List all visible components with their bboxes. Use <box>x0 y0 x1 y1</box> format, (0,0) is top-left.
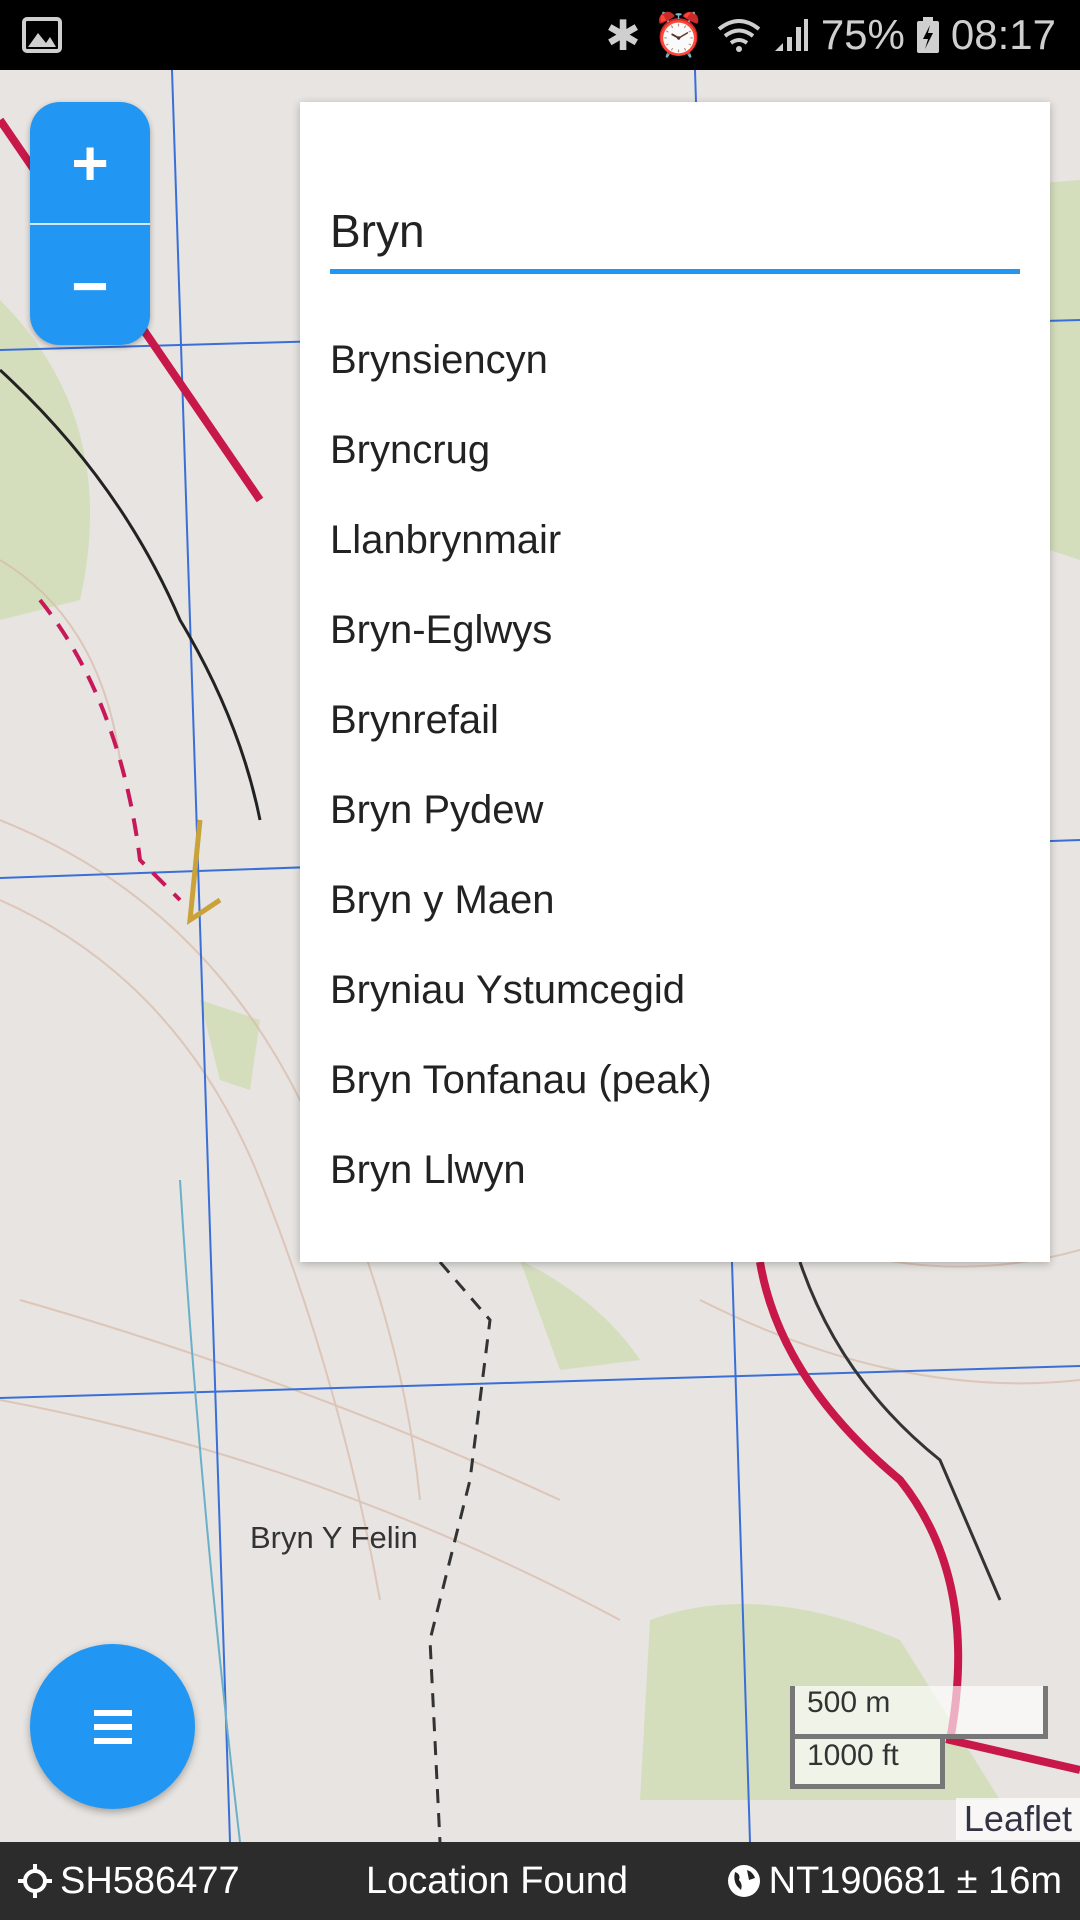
image-icon <box>22 17 62 53</box>
battery-percent: 75% <box>820 11 905 58</box>
list-item[interactable]: Llanbrynmair <box>330 495 1020 585</box>
clock: 08:17 <box>950 11 1056 58</box>
wifi-icon <box>717 19 761 52</box>
location-status: Location Found <box>366 1859 628 1902</box>
menu-button[interactable] <box>30 1644 195 1809</box>
battery-charging-icon <box>916 17 939 53</box>
list-item[interactable]: Bryn Llwyn <box>330 1125 1020 1215</box>
list-item[interactable]: Bryn y Maen <box>330 855 1020 945</box>
menu-icon-bar <box>93 1723 132 1730</box>
grid-ref[interactable]: SH586477 <box>18 1860 328 1903</box>
zoom-in-button[interactable]: + <box>30 102 150 223</box>
search-input[interactable] <box>330 192 1020 274</box>
globe-icon <box>727 1865 760 1897</box>
gps-position[interactable]: NT190681 ± 16m <box>727 1860 1062 1903</box>
list-item[interactable]: Bryn Pydew <box>330 765 1020 855</box>
scale-metric: 500 m <box>790 1686 1048 1739</box>
crosshair-icon <box>18 1864 52 1898</box>
status-bar: ✱ ⏰ 75% 08:17 <box>0 0 1080 70</box>
zoom-control: + − <box>30 102 150 345</box>
grid-ref-text: SH586477 <box>60 1859 240 1902</box>
list-item[interactable]: Bryn Tonfanau (peak) <box>330 1035 1020 1125</box>
bluetooth-icon: ✱ <box>605 11 641 59</box>
menu-icon-bar <box>93 1737 132 1744</box>
menu-icon <box>93 1709 132 1716</box>
signal-icon <box>774 19 808 51</box>
list-item[interactable]: Brynsiencyn <box>330 315 1020 405</box>
gps-text: NT190681 ± 16m <box>768 1859 1062 1902</box>
search-results: Brynsiencyn Bryncrug Llanbrynmair Bryn-E… <box>330 315 1020 1215</box>
alarm-icon: ⏰ <box>652 10 705 58</box>
list-item[interactable]: Bryn-Eglwys <box>330 585 1020 675</box>
map-label: Bryn Y Felin <box>250 1520 418 1555</box>
search-panel: Brynsiencyn Bryncrug Llanbrynmair Bryn-E… <box>300 102 1050 1262</box>
list-item[interactable]: Bryncrug <box>330 405 1020 495</box>
zoom-out-button[interactable]: − <box>30 225 150 345</box>
scale-imperial: 1000 ft <box>790 1739 945 1789</box>
scale-bar: 500 m 1000 ft <box>790 1686 1048 1789</box>
list-item[interactable]: Bryniau Ystumcegid <box>330 945 1020 1035</box>
list-item[interactable]: Brynrefail <box>330 675 1020 765</box>
bottom-status-bar: SH586477 Location Found NT190681 ± 16m <box>0 1842 1080 1920</box>
attribution-link[interactable]: Leaflet <box>955 1798 1080 1840</box>
